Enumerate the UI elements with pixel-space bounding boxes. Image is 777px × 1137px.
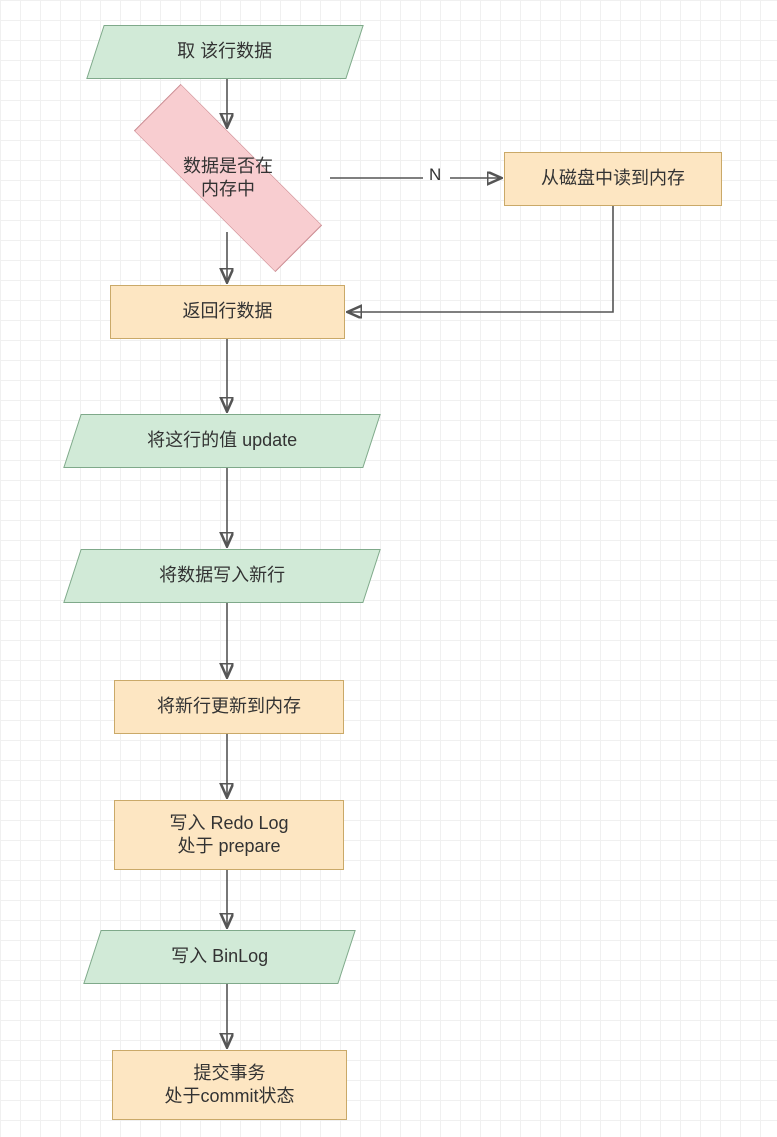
node-write-redo-log: 写入 Redo Log 处于 prepare xyxy=(114,800,344,870)
node-fetch-row-data-label: 取 该行数据 xyxy=(165,32,284,71)
node-return-row-data: 返回行数据 xyxy=(110,285,345,339)
node-update-row-value: 将这行的值 update xyxy=(63,414,381,468)
node-return-row-data-label: 返回行数据 xyxy=(183,300,273,323)
node-data-in-memory-decision: 数据是否在 内存中 xyxy=(128,118,328,238)
node-data-in-memory-label: 数据是否在 内存中 xyxy=(128,118,328,238)
node-update-memory: 将新行更新到内存 xyxy=(114,680,344,734)
node-write-redo-log-label: 写入 Redo Log 处于 prepare xyxy=(169,812,288,859)
node-fetch-row-data: 取 该行数据 xyxy=(86,25,364,79)
node-update-row-value-label: 将这行的值 update xyxy=(135,421,309,460)
node-read-from-disk-label: 从磁盘中读到内存 xyxy=(541,167,685,190)
node-write-new-row: 将数据写入新行 xyxy=(63,549,381,603)
node-write-new-row-label: 将数据写入新行 xyxy=(147,556,297,595)
node-commit-transaction-label: 提交事务 处于commit状态 xyxy=(165,1062,295,1109)
node-read-from-disk: 从磁盘中读到内存 xyxy=(504,152,722,206)
edge-label-no: N xyxy=(429,165,441,185)
node-commit-transaction: 提交事务 处于commit状态 xyxy=(112,1050,347,1120)
node-write-binlog-label: 写入 BinLog xyxy=(159,937,280,976)
node-write-binlog: 写入 BinLog xyxy=(83,930,356,984)
node-update-memory-label: 将新行更新到内存 xyxy=(157,695,301,718)
